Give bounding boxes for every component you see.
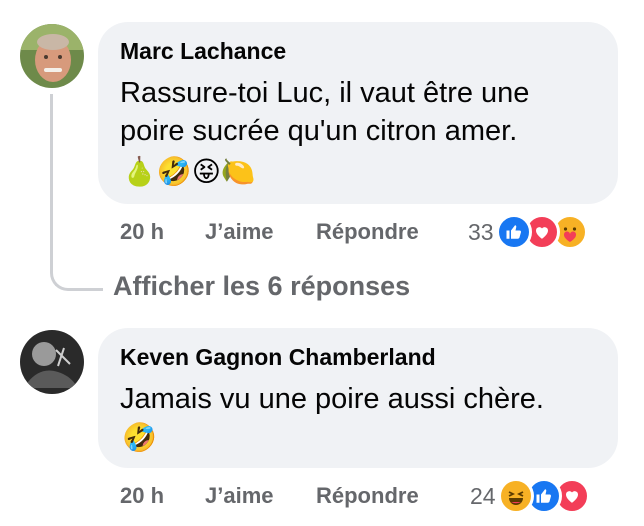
comment-timestamp[interactable]: 20 h bbox=[120, 219, 164, 245]
comment-text: Jamais vu une poire aussi chère. bbox=[120, 383, 544, 415]
reaction-count: 33 bbox=[468, 218, 494, 245]
comment-emojis: 🍐🤣😝🍋 bbox=[122, 155, 256, 188]
comment-emojis: 🤣 bbox=[122, 421, 157, 454]
like-button[interactable]: J’aime bbox=[205, 483, 274, 509]
avatar[interactable] bbox=[20, 24, 84, 88]
comment-timestamp[interactable]: 20 h bbox=[120, 483, 164, 509]
like-icon bbox=[495, 214, 532, 250]
reply-button[interactable]: Répondre bbox=[316, 219, 419, 245]
avatar[interactable] bbox=[20, 330, 84, 394]
like-button[interactable]: J’aime bbox=[205, 219, 274, 245]
haha-icon bbox=[497, 478, 534, 514]
comment-author[interactable]: Keven Gagnon Chamberland bbox=[120, 344, 436, 371]
thread-line bbox=[50, 94, 103, 291]
comment-bubble: Keven Gagnon Chamberland Jamais vu une p… bbox=[98, 328, 618, 468]
comment-bubble: Marc Lachance Rassure-toi Luc, il vaut ê… bbox=[98, 22, 618, 204]
view-replies-link[interactable]: Afficher les 6 réponses bbox=[113, 271, 410, 302]
reply-button[interactable]: Répondre bbox=[316, 483, 419, 509]
reaction-count: 24 bbox=[470, 482, 496, 509]
reactions-summary[interactable]: 24 bbox=[470, 476, 590, 516]
comment-author[interactable]: Marc Lachance bbox=[120, 38, 286, 65]
comment-text: Rassure-toi Luc, il vaut être une poire … bbox=[120, 77, 530, 147]
reactions-summary[interactable]: 33 bbox=[468, 212, 588, 252]
